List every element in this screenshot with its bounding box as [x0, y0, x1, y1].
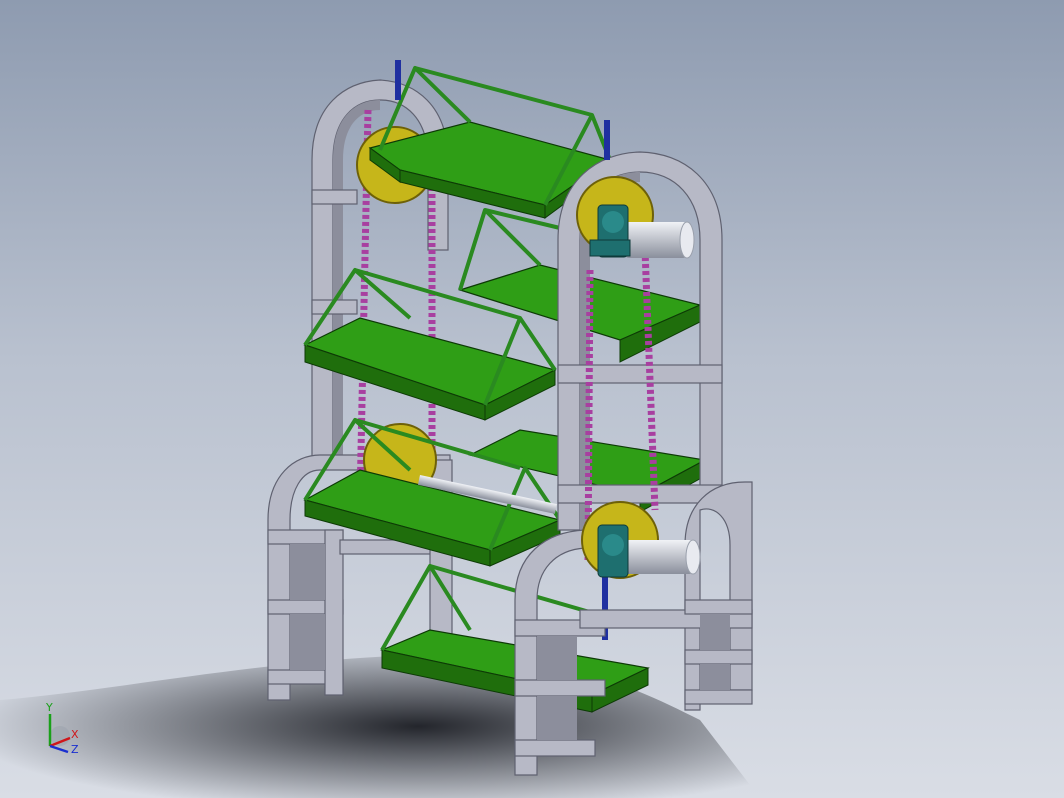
triad-z-axis [49, 744, 69, 754]
triad-z-label: Z [71, 743, 79, 756]
triad-y-label: Y [45, 701, 53, 714]
triad-x-label: X [71, 728, 79, 741]
orientation-triad[interactable]: Y X Z [38, 700, 88, 760]
cad-model-viewport[interactable] [0, 0, 1064, 798]
